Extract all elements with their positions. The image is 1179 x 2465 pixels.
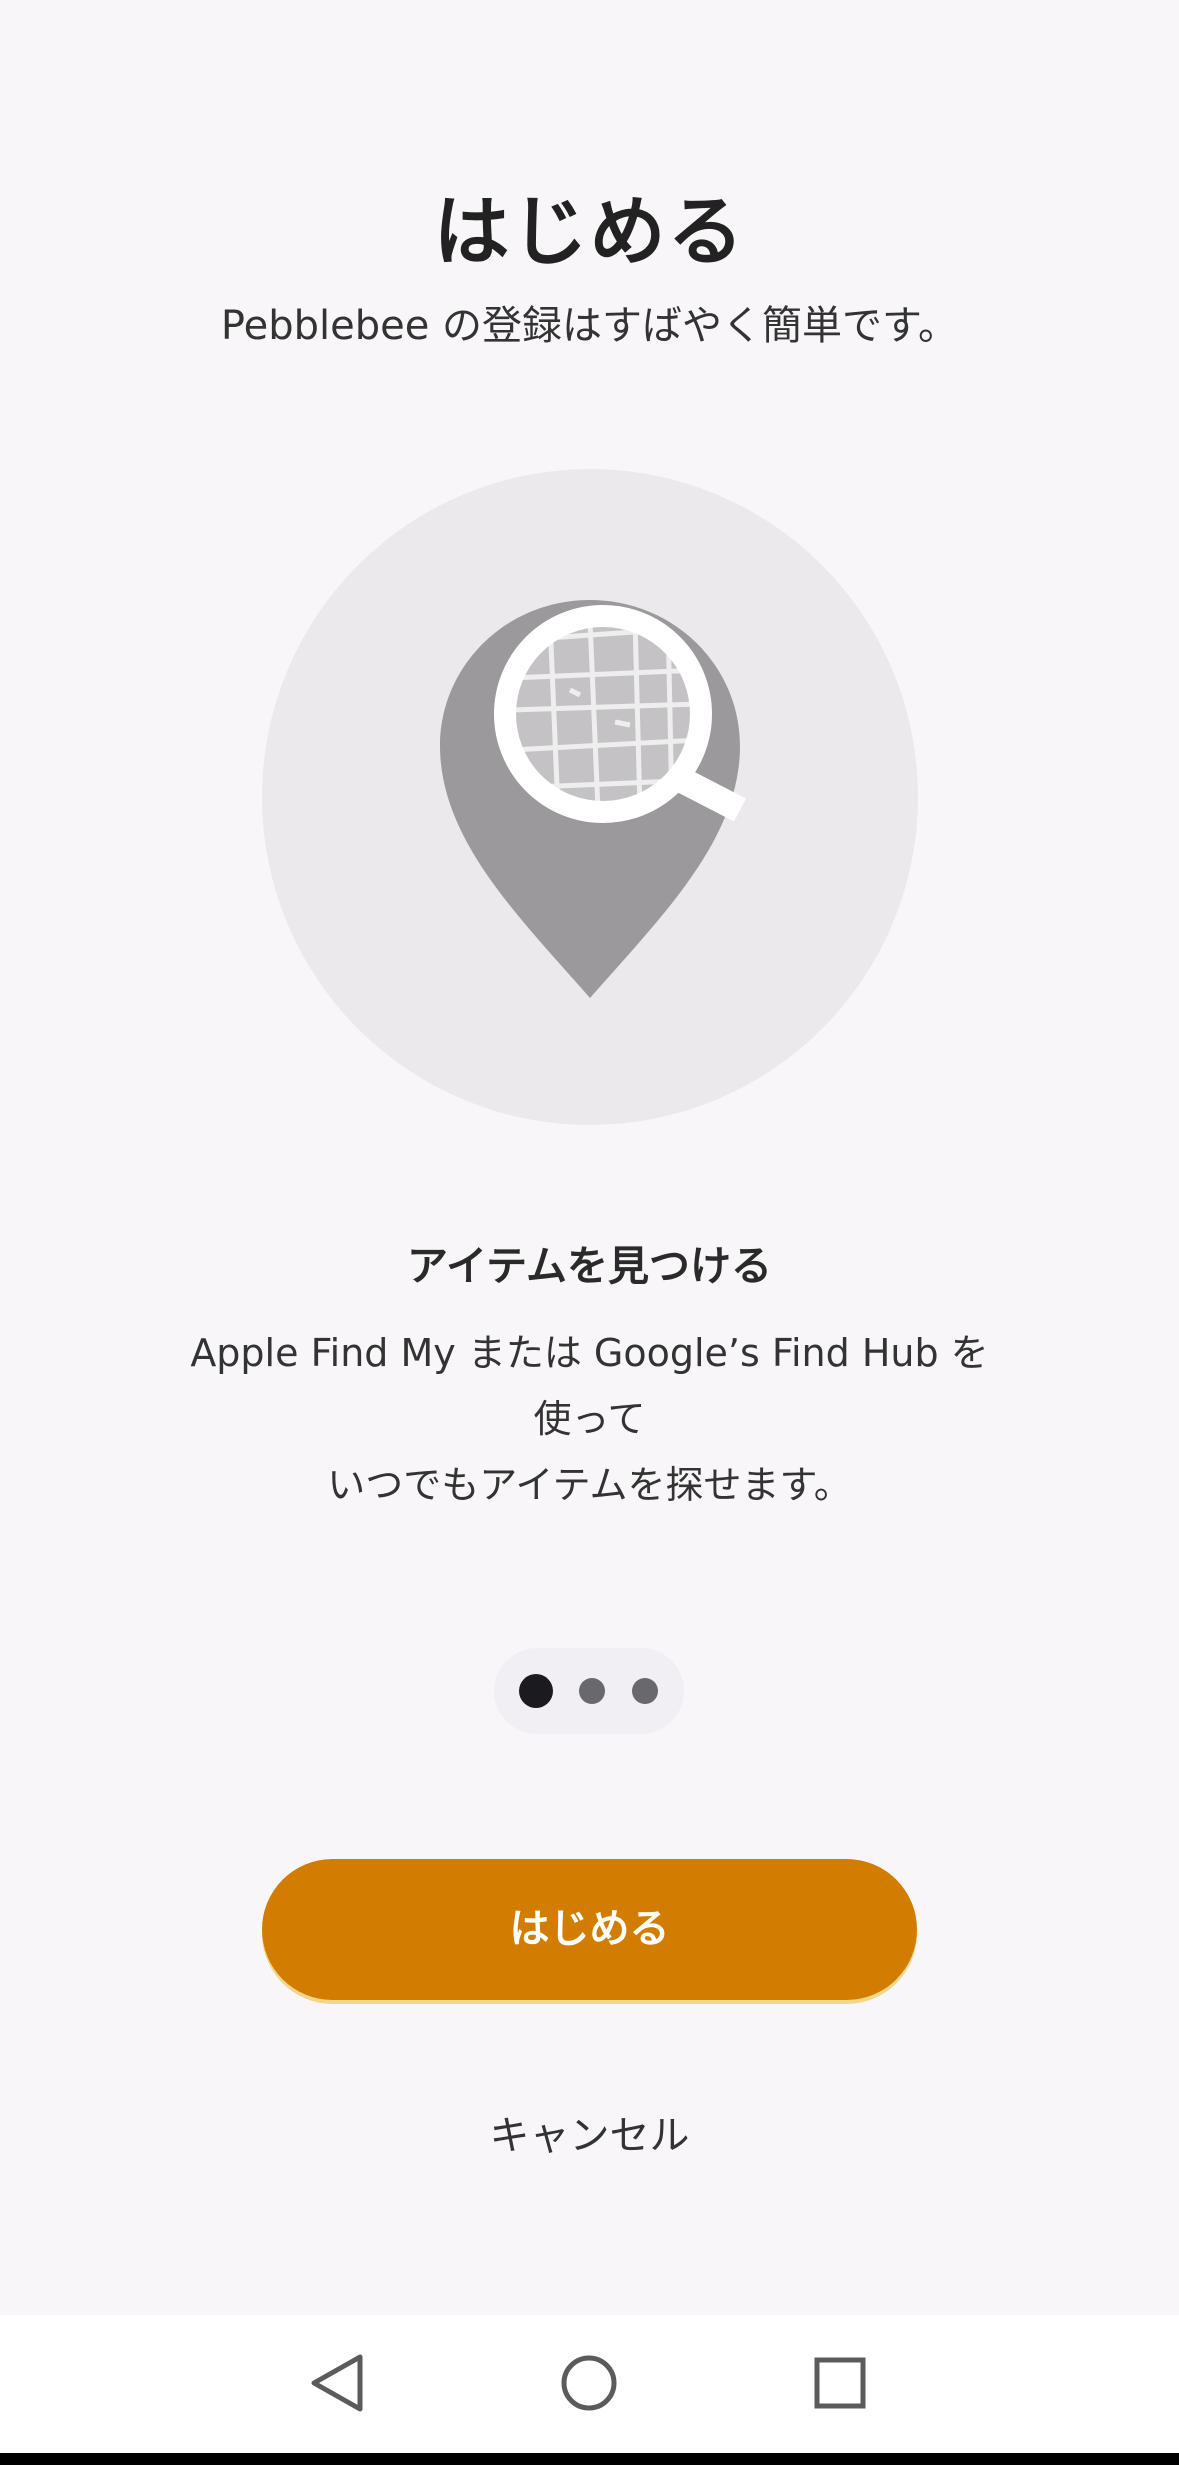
page-indicator[interactable] [494, 1648, 684, 1734]
screen-bottom-edge [0, 2453, 1179, 2465]
page-dot[interactable] [579, 1678, 605, 1704]
page-dot[interactable] [632, 1678, 658, 1704]
map-pin-search-icon [262, 469, 918, 1125]
page-subtitle: Pebblebee の登録はすばやく簡単です。 [220, 303, 959, 349]
feature-description-line: 使って [533, 1397, 646, 1441]
page-title: はじめる [433, 187, 746, 276]
find-item-illustration [262, 468, 918, 1126]
recents-square-icon[interactable] [800, 2343, 880, 2423]
back-triangle-icon[interactable] [298, 2343, 378, 2423]
home-circle-icon[interactable] [549, 2343, 629, 2423]
feature-description-line: Apple Find My または Google’s Find Hub を [190, 1331, 989, 1375]
start-button[interactable]: はじめる [262, 1859, 917, 2000]
feature-description: Apple Find My または Google’s Find Hub を 使っ… [150, 1320, 1029, 1518]
cancel-button[interactable]: キャンセル [0, 2103, 1179, 2161]
feature-description-line: いつでもアイテムを探せます。 [327, 1463, 852, 1507]
onboarding-screen: はじめる Pebblebee の登録はすばやく簡単です。 アイテムを見つける A… [0, 0, 1179, 2315]
page-dot-active[interactable] [519, 1674, 553, 1708]
feature-title: アイテムを見つける [407, 1242, 772, 1290]
system-navigation-bar [0, 2315, 1179, 2453]
